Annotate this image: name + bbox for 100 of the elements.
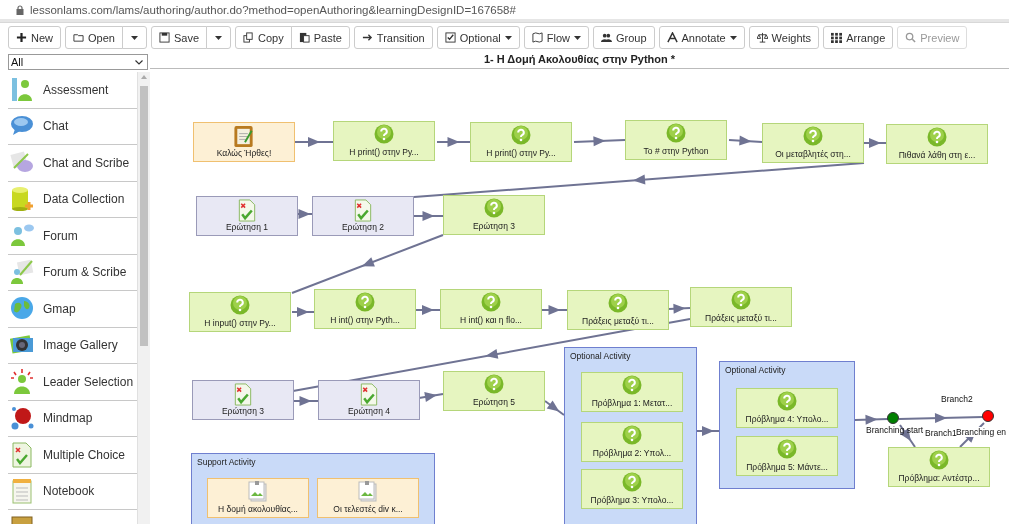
activity-label: Πιθανά λάθη στη ε... — [898, 150, 976, 160]
branch-start-point[interactable] — [887, 412, 899, 424]
caret-icon — [130, 35, 138, 40]
activity-label: Πράξεις μεταξύ τι... — [705, 313, 777, 323]
activity-node[interactable]: H print() στην Py... — [333, 121, 435, 161]
folder-icon — [73, 32, 84, 43]
palette-item[interactable]: Notebook — [8, 473, 137, 510]
person-pen-icon — [10, 259, 34, 286]
activity-group[interactable]: Support Activity Η δομή ακολουθίας... Οι τελεστές div κ... — [191, 453, 435, 524]
toolbar-button[interactable]: Flow — [523, 26, 589, 49]
activity-node[interactable]: Ερώτηση 4 — [318, 380, 420, 420]
activity-label: H print() στην Py... — [486, 148, 556, 158]
palette-item[interactable]: Gmap — [8, 291, 137, 328]
question-icon — [355, 292, 375, 312]
question-icon — [374, 124, 394, 144]
palette-item[interactable]: Chat and Scribe — [8, 145, 137, 182]
transition-arrow[interactable] — [696, 426, 720, 436]
transition-arrow[interactable] — [415, 305, 441, 315]
activity-node[interactable]: H input() στην Py... — [189, 292, 291, 332]
transition-arrow[interactable] — [294, 137, 334, 147]
palette-item[interactable]: Assessment — [8, 72, 137, 109]
question-icon — [481, 292, 501, 312]
activity-node[interactable]: Πρόβλημα 4: Υπολο... — [736, 388, 838, 428]
palette-item[interactable]: Mindmap — [8, 400, 137, 437]
group-title: Optional Activity — [570, 351, 631, 361]
activity-label: Ερώτηση 1 — [225, 222, 269, 232]
activity-label: Οι μεταβλητές στη... — [775, 149, 851, 159]
activity-label: Η δομή ακολουθίας... — [218, 504, 298, 514]
activity-node[interactable]: Πρόβλημα 3: Υπολο... — [581, 469, 683, 509]
dropdown-button[interactable] — [206, 26, 231, 49]
design-title: 1- Η Δομή Ακολουθίας στην Python * — [483, 53, 676, 65]
checklist-icon — [359, 383, 379, 406]
palette-item[interactable]: Data Collection — [8, 181, 137, 218]
category-select[interactable]: All — [8, 54, 148, 70]
activity-node[interactable]: Πράξεις μεταξύ τι... — [567, 290, 669, 330]
activity-node[interactable]: Πιθανά λάθη στη ε... — [886, 124, 988, 164]
grid-icon — [831, 32, 843, 43]
activity-node[interactable]: Πρόβλημα: Αντέστρ... — [888, 447, 990, 487]
scrollbar[interactable] — [137, 72, 150, 524]
activity-node[interactable]: Πράξεις μεταξύ τι... — [690, 287, 792, 327]
toolbar-button[interactable]: Save — [150, 26, 207, 49]
activity-group[interactable]: Optional Activity Πρόβλημα 4: Υπολο... Πρόβλημα 5: Μάντε... — [719, 361, 855, 489]
toolbar-button[interactable]: Open — [65, 26, 123, 49]
database-icon — [10, 186, 34, 213]
palette-item[interactable]: Forum & Scribe — [8, 254, 137, 291]
caret-icon — [504, 35, 512, 40]
toolbar-button[interactable]: Weights — [748, 26, 820, 49]
url-text[interactable]: lessonlams.com/lams/authoring/author.do?method=openAuthoring&learningDesignID=167658# — [30, 3, 516, 16]
activity-node[interactable]: Η δομή ακολουθίας... — [207, 478, 309, 518]
activity-label: Ερώτηση 3 — [472, 221, 516, 231]
transition-arrow[interactable] — [292, 396, 319, 406]
activity-node[interactable]: Ερώτηση 3 — [443, 195, 545, 235]
question-icon — [929, 450, 949, 470]
activity-node[interactable]: Ερώτηση 2 — [312, 196, 414, 236]
plus-icon — [16, 32, 27, 43]
clipboard-icon — [298, 32, 310, 43]
activity-label: H print() στην Py... — [349, 147, 419, 157]
activity-node[interactable]: H print() στην Py... — [470, 122, 572, 162]
activity-node[interactable]: Καλώς Ήρθες! — [193, 122, 295, 162]
toolbar-button[interactable]: Arrange — [823, 26, 894, 49]
toolbar-button[interactable]: Optional — [436, 26, 520, 49]
activity-node[interactable]: H int() στην Pyth... — [314, 289, 416, 329]
transition-arrow[interactable] — [413, 211, 444, 221]
activity-node[interactable]: To # στην Python — [625, 120, 727, 160]
group-title: Optional Activity — [725, 365, 786, 375]
transition-arrow[interactable] — [854, 414, 889, 425]
activity-node[interactable]: Οι μεταβλητές στη... — [762, 123, 864, 163]
activity-node[interactable]: Ερώτηση 3 — [192, 380, 294, 420]
activity-node[interactable]: Οι τελεστές div κ... — [317, 478, 419, 518]
branch-end-point[interactable] — [982, 410, 994, 422]
transition-arrow[interactable] — [668, 303, 691, 314]
transition-arrow[interactable] — [418, 392, 444, 402]
transition-arrow[interactable] — [728, 135, 763, 146]
transition-arrow[interactable] — [863, 138, 887, 148]
palette-item[interactable]: Multiple Choice — [8, 437, 137, 474]
transition-arrow[interactable] — [436, 137, 471, 147]
palette-item[interactable]: Chat — [8, 108, 137, 145]
transition-arrow[interactable] — [291, 307, 315, 317]
transition-arrow[interactable] — [541, 305, 568, 315]
transition-arrow[interactable] — [898, 413, 984, 424]
toolbar-button[interactable]: Annotate — [658, 26, 745, 49]
activity-node[interactable]: Πρόβλημα 5: Μάντε... — [736, 436, 838, 476]
toolbar-button[interactable]: Transition — [353, 26, 433, 49]
dropdown-button[interactable] — [121, 26, 147, 49]
toolbar-button[interactable]: New — [8, 26, 61, 49]
transition-arrow[interactable] — [291, 234, 444, 294]
activity-node[interactable]: Πρόβλημα 2: Υπολ... — [581, 422, 683, 462]
toolbar-button[interactable]: Group — [592, 26, 655, 49]
transition-arrow[interactable] — [544, 400, 565, 416]
toolbar-button[interactable]: Paste — [290, 26, 350, 49]
toolbar-button[interactable]: Copy — [235, 26, 292, 49]
activity-node[interactable]: Ερώτηση 1 — [196, 196, 298, 236]
activity-group[interactable]: Optional Activity Πρόβλημα 1: Μετατ... Πρόβλημα 2: Υπολ... Πρόβλημα 3: Υπολο... — [564, 347, 697, 524]
activity-node[interactable]: H int() και η flo... — [440, 289, 542, 329]
transition-arrow[interactable] — [413, 162, 865, 198]
activity-label: Πρόβλημα 3: Υπολο... — [590, 495, 674, 505]
palette-item[interactable]: Image Gallery — [8, 327, 137, 364]
activity-node[interactable]: Ερώτηση 5 — [443, 371, 545, 411]
activity-node[interactable]: Πρόβλημα 1: Μετατ... — [581, 372, 683, 412]
transition-arrow[interactable] — [573, 136, 626, 147]
